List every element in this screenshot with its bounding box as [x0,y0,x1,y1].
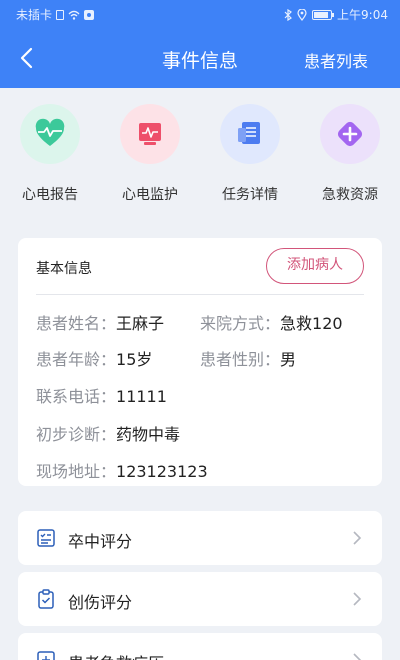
chevron-right-icon [353,653,362,660]
row-label: 患者急救病历 [68,650,164,660]
sim-card-icon [56,9,65,20]
medical-cross-icon [320,104,380,164]
chevron-right-icon [353,592,362,606]
task-document-icon [220,104,280,164]
status-time: 上午9:04 [337,8,388,22]
bluetooth-icon [284,8,292,21]
divider [36,294,364,295]
quick-action-label: 急救资源 [322,187,378,203]
arrival-method-field: 来院方式：急救120 [200,310,343,334]
field-label: 初步诊断： [36,425,117,444]
wifi-icon [68,10,80,20]
field-value: 123123123 [116,462,208,481]
field-label: 联系电话： [36,387,117,406]
carrier-text: 未插卡 [16,8,53,22]
row-label: 卒中评分 [68,532,133,551]
basic-info-card: 基本信息 添加病人 患者姓名：王麻子 来院方式：急救120 患者年龄：15岁 患… [18,238,382,486]
nav-bar: 事件信息 患者列表 [0,38,400,78]
heart-pulse-icon [20,104,80,164]
field-label: 患者性别： [200,350,281,369]
field-value: 王麻子 [116,314,165,333]
trauma-score-row[interactable]: 创伤评分 [18,572,382,626]
field-label: 来院方式： [200,314,281,333]
emergency-record-row[interactable]: 患者急救病历 [18,633,382,660]
emergency-record-icon [37,651,55,660]
stroke-score-icon [37,529,55,547]
field-value: 15岁 [116,350,153,369]
field-value: 男 [280,350,297,369]
row-label: 创伤评分 [68,593,133,612]
phone-field: 联系电话：11111 [36,383,167,407]
quick-action-label: 心电监护 [122,187,178,203]
stroke-score-row[interactable]: 卒中评分 [18,511,382,565]
security-icon [84,9,95,20]
chevron-right-icon [353,531,362,545]
quick-action-ecg-report[interactable]: 心电报告 [10,104,90,204]
quick-actions: 心电报告 心电监护 任务详情 急救资源 [0,104,400,206]
add-patient-button[interactable]: 添加病人 [266,248,364,284]
location-icon [297,8,307,21]
quick-action-emergency-resources[interactable]: 急救资源 [310,104,390,204]
app-header: 未插卡 上午9:04 事件信息 患者列表 [0,0,400,88]
field-value: 急救120 [280,314,343,333]
patient-list-link[interactable]: 患者列表 [304,48,368,72]
field-value: 药物中毒 [116,425,181,444]
address-field: 现场地址：123123123 [36,458,208,482]
quick-action-label: 心电报告 [22,187,78,203]
field-value: 11111 [116,387,167,406]
patient-age-field: 患者年龄：15岁 [36,346,152,370]
quick-action-task-details[interactable]: 任务详情 [210,104,290,204]
section-title: 基本信息 [36,261,92,277]
ecg-monitor-icon [120,104,180,164]
battery-icon [312,9,335,20]
field-label: 患者姓名： [36,314,117,333]
field-label: 现场地址： [36,462,117,481]
quick-action-label: 任务详情 [222,187,278,203]
field-label: 患者年龄： [36,350,117,369]
quick-action-ecg-monitor[interactable]: 心电监护 [110,104,190,204]
patient-name-field: 患者姓名：王麻子 [36,310,164,334]
status-bar: 未插卡 上午9:04 [0,0,400,28]
patient-gender-field: 患者性别：男 [200,346,296,370]
trauma-clipboard-icon [38,589,54,609]
diagnosis-field: 初步诊断：药物中毒 [36,421,180,445]
